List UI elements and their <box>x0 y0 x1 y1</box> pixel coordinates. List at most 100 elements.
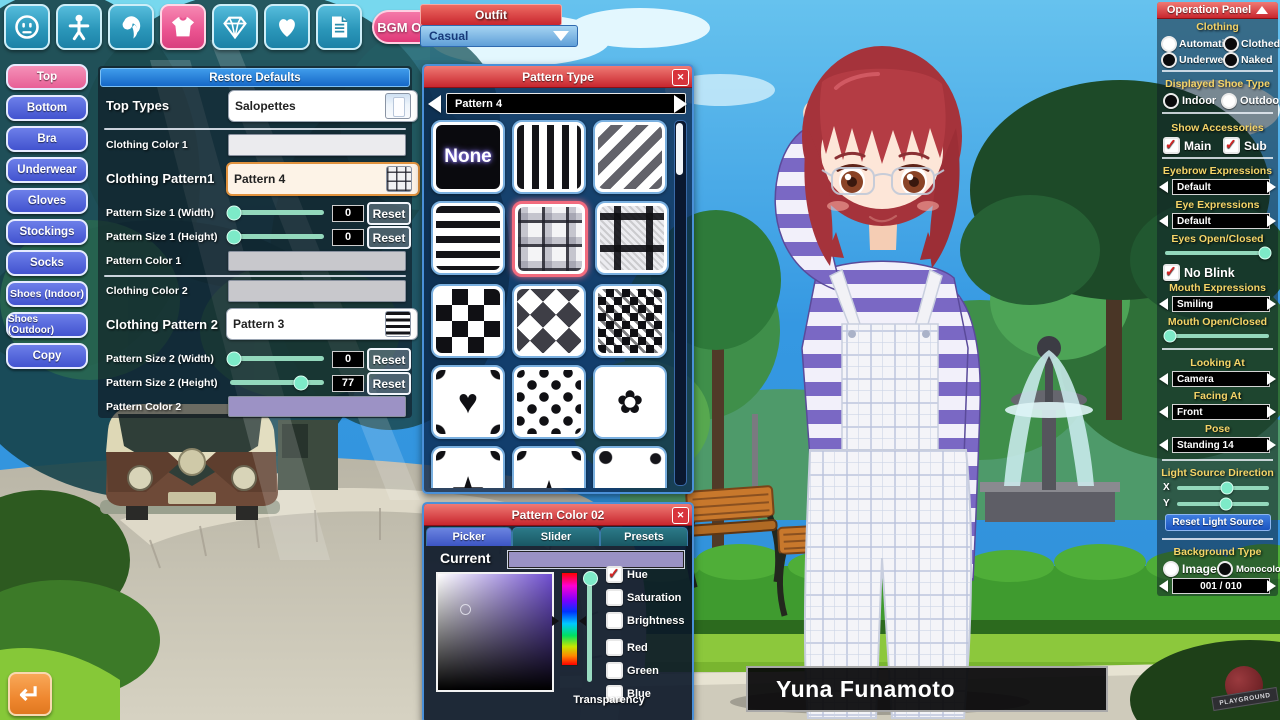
pattern-next-button[interactable] <box>674 95 687 113</box>
checkbox-icon[interactable] <box>606 589 623 606</box>
pattern-size-2-height-value[interactable]: 77 <box>332 375 364 392</box>
slider-knob[interactable] <box>226 205 241 220</box>
pattern-name-field[interactable]: Pattern 4 <box>446 93 686 114</box>
checkbox-icon[interactable] <box>606 662 623 679</box>
sidebar-item-gloves[interactable]: Gloves <box>6 188 88 214</box>
checkbox-icon[interactable] <box>606 639 623 656</box>
back-button[interactable]: ↵ <box>8 672 52 716</box>
slider-knob[interactable] <box>1219 498 1232 511</box>
transparency-slider[interactable] <box>587 576 592 682</box>
next-arrow-button[interactable] <box>1267 439 1276 451</box>
saturation-checkbox-row[interactable]: Saturation <box>606 589 684 606</box>
radio-outdoor[interactable]: Outdoor <box>1221 93 1280 109</box>
slider-knob[interactable] <box>1258 247 1271 260</box>
operation-panel-header[interactable]: Operation Panel <box>1157 2 1278 19</box>
sidebar-item-shoes-indoor[interactable]: Shoes (Indoor) <box>6 281 88 307</box>
eyebrow-expressions-field[interactable]: Default <box>1172 179 1270 195</box>
checkbox-checked-icon[interactable] <box>1223 137 1240 154</box>
prev-background-button[interactable] <box>1159 580 1168 592</box>
facing-at-field[interactable]: Front <box>1172 404 1270 420</box>
sidebar-item-socks[interactable]: Socks <box>6 250 88 276</box>
pattern-size-2-width-value[interactable]: 0 <box>332 351 364 368</box>
pattern-tile-flower[interactable]: ✿ <box>593 365 667 439</box>
eyes-open-slider[interactable] <box>1165 251 1269 255</box>
checkbox-checked-icon[interactable] <box>606 566 623 583</box>
clothing-pattern-2-select[interactable]: Pattern 3 <box>226 308 418 340</box>
sidebar-item-underwear[interactable]: Underwear <box>6 157 88 183</box>
radio-image[interactable]: Image <box>1163 561 1217 577</box>
close-icon[interactable]: ✕ <box>672 507 689 524</box>
pattern-tile-tartan[interactable] <box>595 201 669 275</box>
mouth-expressions-field[interactable]: Smiling <box>1172 296 1270 312</box>
close-icon[interactable]: ✕ <box>672 69 689 86</box>
pattern-tile-heart[interactable]: ♥ <box>431 365 505 439</box>
radio-monocolor[interactable]: Monocolor <box>1217 561 1280 577</box>
pattern-size-1-width-slider[interactable] <box>230 210 324 215</box>
slider-knob[interactable] <box>583 571 598 586</box>
main-accessories-checkbox-row[interactable]: Main <box>1163 137 1211 154</box>
slider-knob[interactable] <box>1164 330 1177 343</box>
pattern-size-1-height-value[interactable]: 0 <box>332 229 364 246</box>
pattern-tile-vertical-stripes[interactable] <box>512 120 586 194</box>
green-checkbox-row[interactable]: Green <box>606 662 684 679</box>
next-arrow-button[interactable] <box>1267 373 1276 385</box>
radio-icon[interactable] <box>1163 93 1179 109</box>
tab-picker[interactable]: Picker <box>426 527 512 546</box>
accessory-tab-button[interactable] <box>212 4 258 50</box>
radio-icon[interactable] <box>1223 36 1239 52</box>
mouth-open-slider[interactable] <box>1165 334 1269 338</box>
checkbox-checked-icon[interactable] <box>1163 264 1180 281</box>
saturation-value-picker[interactable] <box>436 572 554 692</box>
next-arrow-button[interactable] <box>1267 181 1276 193</box>
slider-knob[interactable] <box>1220 482 1233 495</box>
radio-icon[interactable] <box>1161 52 1177 68</box>
pattern-scrollbar[interactable] <box>674 120 687 486</box>
pattern-color-2-swatch[interactable] <box>228 396 406 417</box>
looking-at-field[interactable]: Camera <box>1172 371 1270 387</box>
pattern-tile-diamond-check[interactable] <box>512 284 586 358</box>
pattern-color-1-swatch[interactable] <box>228 251 406 271</box>
sidebar-item-copy[interactable]: Copy <box>6 343 88 369</box>
red-checkbox-row[interactable]: Red <box>606 639 684 656</box>
prev-arrow-button[interactable] <box>1159 373 1168 385</box>
clothes-tab-button[interactable] <box>160 4 206 50</box>
pose-field[interactable]: Standing 14 <box>1172 437 1270 453</box>
slider-knob[interactable] <box>226 351 241 366</box>
radio-selected-icon[interactable] <box>1161 36 1177 52</box>
radio-automatic[interactable]: Automatic <box>1161 36 1230 52</box>
pattern-size-2-width-slider[interactable] <box>230 356 324 361</box>
prev-arrow-button[interactable] <box>1159 406 1168 418</box>
light-y-slider[interactable] <box>1177 502 1269 506</box>
radio-indoor[interactable]: Indoor <box>1163 93 1216 109</box>
pattern-tile-star[interactable]: ★ <box>431 446 505 488</box>
sidebar-item-stockings[interactable]: Stockings <box>6 219 88 245</box>
collapse-arrow-icon[interactable] <box>1256 6 1268 14</box>
sidebar-item-bottom[interactable]: Bottom <box>6 95 88 121</box>
sidebar-item-top[interactable]: Top <box>6 64 88 90</box>
face-tab-button[interactable] <box>4 4 50 50</box>
pattern-tile-plaid-selected[interactable] <box>512 201 588 277</box>
checkbox-checked-icon[interactable] <box>1163 137 1180 154</box>
pattern-prev-button[interactable] <box>428 95 441 113</box>
scrollbar-thumb[interactable] <box>676 123 683 175</box>
radio-icon[interactable] <box>1217 561 1233 577</box>
radio-selected-icon[interactable] <box>1163 561 1179 577</box>
prev-arrow-button[interactable] <box>1159 181 1168 193</box>
pattern-size-2-width-reset-button[interactable]: Reset <box>367 348 411 371</box>
pattern-size-2-height-reset-button[interactable]: Reset <box>367 372 411 395</box>
pattern-tile-polka-dots[interactable] <box>512 365 586 439</box>
tab-presets[interactable]: Presets <box>600 527 688 546</box>
pattern-type-titlebar[interactable]: Pattern Type <box>424 66 692 88</box>
radio-icon[interactable] <box>1223 52 1239 68</box>
pattern-tile-scatter[interactable] <box>593 446 667 488</box>
sub-accessories-checkbox-row[interactable]: Sub <box>1223 137 1267 154</box>
pattern-tile-houndstooth[interactable] <box>593 284 667 358</box>
picker-cursor[interactable] <box>460 604 471 615</box>
clothing-color-2-swatch[interactable] <box>228 280 406 302</box>
tab-slider[interactable]: Slider <box>512 527 600 546</box>
notes-tab-button[interactable] <box>316 4 362 50</box>
prev-arrow-button[interactable] <box>1159 215 1168 227</box>
checkbox-icon[interactable] <box>606 612 623 629</box>
eye-expressions-field[interactable]: Default <box>1172 213 1270 229</box>
radio-selected-icon[interactable] <box>1221 93 1237 109</box>
